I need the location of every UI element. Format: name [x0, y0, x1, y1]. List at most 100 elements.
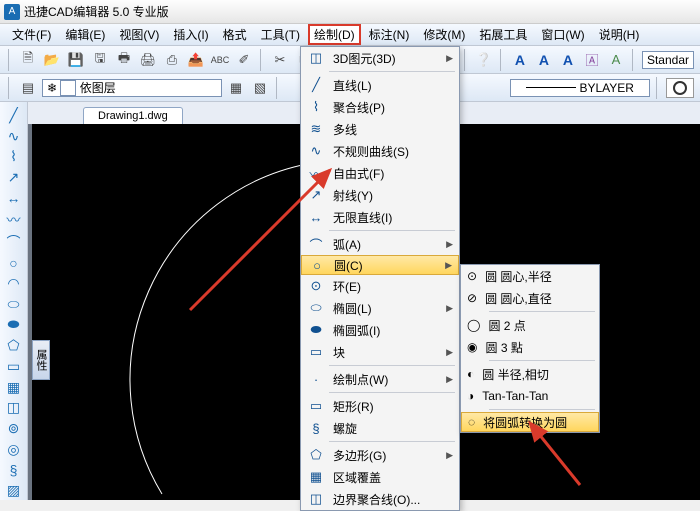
menuitem-label: 螺旋	[333, 420, 453, 437]
lineweight-circle[interactable]	[666, 78, 694, 98]
menuitem-直线[interactable]: ╱直线(L)	[301, 74, 459, 96]
tool-hatch-icon[interactable]: ▨	[4, 481, 24, 500]
menuitem-Tan-Tan-Tan[interactable]: ◑Tan-Tan-Tan	[461, 385, 599, 407]
linetype-label: BYLAYER	[579, 81, 633, 95]
menu-拓展工具[interactable]: 拓展工具	[473, 24, 533, 45]
tool-arc3-icon[interactable]: ◠	[4, 274, 24, 293]
tool-rect-icon[interactable]: ▭	[4, 357, 24, 376]
layer-tool2-icon[interactable]: ▧	[250, 78, 270, 98]
menuitem-椭圆弧[interactable]: ⬬椭圆弧(I)	[301, 319, 459, 341]
menuitem-绘制点[interactable]: ·绘制点(W)	[301, 368, 459, 390]
menuitem-边界聚合线...[interactable]: ◫边界聚合线(O)...	[301, 488, 459, 510]
linetype-select[interactable]: BYLAYER	[510, 79, 650, 97]
menuitem-将圆弧转换为圆[interactable]: ◌将圆弧转换为圆	[461, 412, 599, 432]
menuitem-label: 不规则曲线(S)	[333, 143, 453, 160]
tool-arc-icon[interactable]: ⌒	[4, 232, 24, 252]
menu-编辑[interactable]: 编辑(E)	[59, 24, 111, 45]
menuitem-不规则曲线[interactable]: ∿不规则曲线(S)	[301, 140, 459, 162]
menu-说明[interactable]: 说明(H)	[593, 24, 646, 45]
menuitem-label: 直线(L)	[333, 77, 453, 94]
menuitem-射线[interactable]: ↗射线(Y)	[301, 184, 459, 206]
menuitem-区域覆盖[interactable]: ▦区域覆盖	[301, 466, 459, 488]
attributes-panel-tab[interactable]: 属性	[32, 340, 50, 380]
new-icon[interactable]: 🗎	[18, 50, 38, 70]
menuitem-label: 聚合线(P)	[333, 99, 453, 116]
menu-标注[interactable]: 标注(N)	[363, 24, 416, 45]
menuitem-多边形[interactable]: ⬠多边形(G)	[301, 444, 459, 466]
draw-menu-dropdown: ◫3D图元(3D) ╱直线(L) ⌇ 聚合线(P) ≋多线∿不规则曲线(S)〰自由式(F…	[300, 46, 460, 511]
menuitem-椭圆[interactable]: ⬭椭圆(L)	[301, 297, 459, 319]
menu-修改[interactable]: 修改(M)	[417, 24, 471, 45]
menuitem-无限直线[interactable]: ↔无限直线(I)	[301, 206, 459, 228]
menuitem-label: 射线(Y)	[333, 187, 453, 204]
tool-xline-icon[interactable]: ↔	[4, 189, 24, 208]
menuitem-块[interactable]: ▭块	[301, 341, 459, 363]
text-a2-icon[interactable]: A	[534, 50, 554, 70]
menuitem-icon: ◫	[307, 490, 325, 508]
menuitem-label: 多线	[333, 121, 453, 138]
tool-poly-icon[interactable]: ⬠	[4, 336, 24, 355]
menuitem-icon: ⊙	[467, 269, 477, 283]
menuitem-icon: ◉	[467, 340, 477, 354]
menuitem-label: 椭圆(L)	[333, 300, 453, 317]
menuitem-icon: ⌇	[307, 98, 325, 116]
menu-窗口[interactable]: 窗口(W)	[535, 24, 590, 45]
tool-bound-icon[interactable]: ◫	[4, 398, 24, 417]
layer-select[interactable]: ❄ 依图层	[42, 79, 222, 97]
layers-icon[interactable]: ▤	[18, 78, 38, 98]
tab-drawing1[interactable]: Drawing1.dwg	[83, 107, 183, 124]
help-icon[interactable]: ❔	[474, 50, 494, 70]
text-a3-icon[interactable]: A	[558, 50, 578, 70]
menuitem-弧[interactable]: ⌒弧(A)	[301, 233, 459, 255]
menu-绘制[interactable]: 绘制(D)	[308, 24, 361, 45]
spell-icon[interactable]: ABC	[210, 50, 230, 70]
print-preview-icon[interactable]: 🖶	[114, 50, 134, 70]
plot-icon[interactable]: ⎙	[162, 50, 182, 70]
tool-spline-icon[interactable]: ∿	[4, 127, 24, 146]
tool-rev-icon[interactable]: ⊚	[4, 419, 24, 438]
menuitem-圆[interactable]: ○圆(C)	[301, 255, 459, 275]
menuitem-矩形[interactable]: ▭矩形(R)	[301, 395, 459, 417]
menuitem-圆3點[interactable]: ◉圆 3 點	[461, 336, 599, 358]
menuitem-圆圆心,直径[interactable]: ⊘圆 圆心,直径	[461, 287, 599, 309]
layer-tool1-icon[interactable]: ▦	[226, 78, 246, 98]
tool-ellipse-icon[interactable]: ⬭	[4, 295, 24, 314]
menu-文件[interactable]: 文件(F)	[6, 24, 57, 45]
cut-icon[interactable]: ✂	[270, 50, 290, 70]
find-icon[interactable]: ✐	[234, 50, 254, 70]
print-icon[interactable]: 🖨	[138, 50, 158, 70]
text-a5-icon[interactable]: A	[606, 50, 626, 70]
tool-free-icon[interactable]: 〰	[4, 210, 24, 230]
menuitem-螺旋[interactable]: §螺旋	[301, 417, 459, 439]
menu-工具[interactable]: 工具(T)	[255, 24, 306, 45]
tool-pline-icon[interactable]: ⌇	[4, 147, 24, 166]
tool-ray-icon[interactable]: ↗	[4, 168, 24, 187]
tool-line-icon[interactable]: ╱	[4, 106, 24, 125]
menuitem-label: 圆 圆心,半径	[485, 268, 552, 285]
tool-earc-icon[interactable]: ⬬	[4, 316, 24, 335]
text-a1-icon[interactable]: A	[510, 50, 530, 70]
open-icon[interactable]: 📂	[42, 50, 62, 70]
menuitem-3D图元[interactable]: ◫3D图元(3D)	[301, 47, 459, 69]
saveall-icon[interactable]: 🖫	[90, 50, 110, 70]
menuitem-圆圆心,半径[interactable]: ⊙ 圆 圆心,半径	[461, 265, 599, 287]
menuitem-环[interactable]: ⊙环(E)	[301, 275, 459, 297]
save-icon[interactable]: 💾	[66, 50, 86, 70]
menuitem-自由式[interactable]: 〰自由式(F)	[301, 162, 459, 184]
menu-插入[interactable]: 插入(I)	[167, 24, 214, 45]
send-icon[interactable]: 📤	[186, 50, 206, 70]
menu-视图[interactable]: 视图(V)	[113, 24, 165, 45]
tool-donut-icon[interactable]: ◎	[4, 440, 24, 459]
tool-wipeout-icon[interactable]: ▦	[4, 378, 24, 397]
menuitem-多线[interactable]: ≋多线	[301, 118, 459, 140]
tool-helix-icon[interactable]: §	[4, 461, 24, 480]
menuitem-圆半径,相切[interactable]: ◐圆 半径,相切	[461, 363, 599, 385]
menu-格式[interactable]: 格式	[217, 24, 253, 45]
text-a4-icon[interactable]: 🄰	[582, 50, 602, 70]
tool-circle-icon[interactable]: ○	[4, 254, 24, 273]
menuitem-圆2点[interactable]: ◯圆 2 点	[461, 314, 599, 336]
style-select[interactable]: Standar	[642, 51, 694, 69]
menuitem-icon: ◑	[467, 389, 474, 403]
menuitem-icon: ⬬	[307, 321, 325, 339]
menuitem-聚合线[interactable]: ⌇ 聚合线(P)	[301, 96, 459, 118]
